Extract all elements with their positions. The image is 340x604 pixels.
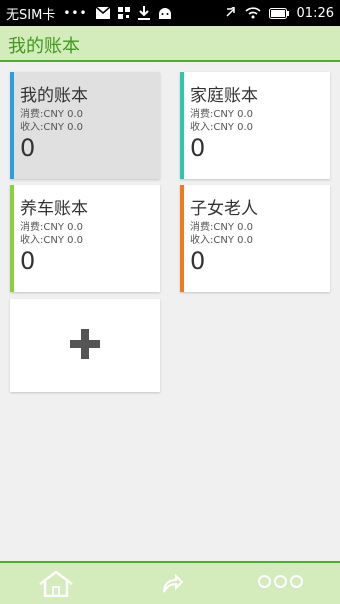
qr-icon bbox=[117, 7, 130, 19]
add-book-button[interactable] bbox=[10, 299, 160, 392]
more-icon[interactable] bbox=[258, 575, 303, 588]
entry-count: 0 bbox=[190, 247, 206, 275]
share-icon[interactable] bbox=[160, 572, 184, 596]
book-card-2[interactable]: 养车账本 消费:CNY 0.0 收入:CNY 0.0 0 bbox=[10, 185, 160, 292]
mute-icon bbox=[225, 7, 237, 19]
status-right: 01:26 bbox=[225, 6, 334, 21]
status-left: 无SIM卡 ••• bbox=[6, 4, 172, 23]
clock-text: 01:26 bbox=[296, 5, 334, 21]
book-card-3[interactable]: 子女老人 消费:CNY 0.0 收入:CNY 0.0 0 bbox=[180, 185, 330, 292]
bottom-nav bbox=[0, 561, 340, 604]
book-card-0[interactable]: 我的账本 消费:CNY 0.0 收入:CNY 0.0 0 bbox=[10, 72, 160, 179]
book-name: 子女老人 bbox=[190, 199, 258, 219]
entry-count: 0 bbox=[20, 247, 36, 275]
accent-bar bbox=[10, 72, 14, 179]
page-title: 我的账本 bbox=[8, 36, 80, 57]
status-bar: 无SIM卡 ••• 01:26 bbox=[0, 0, 340, 26]
download-icon bbox=[137, 6, 150, 20]
android-icon bbox=[158, 7, 172, 19]
accent-bar bbox=[180, 72, 184, 179]
plus-icon bbox=[70, 328, 100, 363]
wifi-icon bbox=[244, 7, 261, 19]
book-name: 养车账本 bbox=[20, 199, 88, 219]
carrier-text: 无SIM卡 bbox=[6, 7, 56, 23]
more-dot bbox=[258, 575, 271, 588]
book-name: 家庭账本 bbox=[190, 86, 258, 106]
more-dot bbox=[274, 575, 287, 588]
entry-count: 0 bbox=[20, 134, 36, 162]
book-name: 我的账本 bbox=[20, 86, 88, 106]
income-text: 收入:CNY 0.0 bbox=[20, 235, 84, 246]
more-dot bbox=[290, 575, 303, 588]
entry-count: 0 bbox=[190, 134, 206, 162]
app-header: 我的账本 bbox=[0, 26, 340, 62]
accent-bar bbox=[10, 185, 14, 292]
income-text: 收入:CNY 0.0 bbox=[20, 122, 84, 133]
battery-icon bbox=[268, 7, 289, 19]
mail-icon bbox=[95, 7, 110, 19]
accent-bar bbox=[180, 185, 184, 292]
income-text: 收入:CNY 0.0 bbox=[190, 122, 254, 133]
notification-dots: ••• bbox=[63, 6, 88, 20]
income-text: 收入:CNY 0.0 bbox=[190, 235, 254, 246]
book-card-1[interactable]: 家庭账本 消费:CNY 0.0 收入:CNY 0.0 0 bbox=[180, 72, 330, 179]
home-icon[interactable] bbox=[38, 570, 74, 598]
